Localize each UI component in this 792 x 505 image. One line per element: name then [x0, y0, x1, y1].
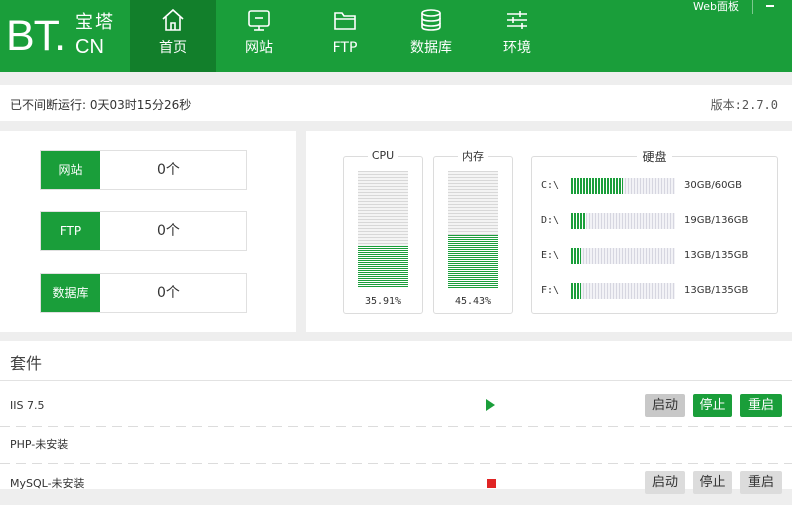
memory-bar: [448, 171, 498, 288]
top-bar: BT. 宝塔 CN 首页 网站 FTP 数据库 环境 Web面板: [0, 0, 792, 72]
divider: [0, 380, 792, 381]
suite-row-iis: IIS 7.5 启动 停止 重启: [0, 385, 792, 425]
stat-label: FTP: [41, 212, 100, 250]
nav-label-ftp: FTP: [332, 40, 358, 56]
nav-item-ftp[interactable]: FTP: [302, 0, 388, 72]
disk-title: 硬盘: [637, 150, 672, 164]
web-panel-link[interactable]: Web面板: [693, 0, 739, 14]
start-button[interactable]: 启动: [645, 394, 685, 417]
suite-row-php: PHP-未安装: [0, 427, 792, 467]
stop-button[interactable]: 停止: [693, 471, 732, 494]
disk-bar: [571, 213, 675, 229]
suite-section: 套件 IIS 7.5 启动 停止 重启 PHP-未安装 MySQL-未安装 启动…: [0, 341, 792, 494]
stat-database[interactable]: 数据库 0个: [40, 273, 247, 313]
monitor-icon: [248, 10, 270, 31]
resources-card: CPU 35.91% 内存 45.43% 硬盘 C:\ 30GB/60GB D:…: [306, 131, 792, 332]
nav-label-environment: 环境: [503, 40, 531, 56]
cpu-title: CPU: [367, 149, 399, 162]
status-bar: 已不间断运行: 0天03时15分26秒 版本:2.7.0: [0, 85, 792, 121]
suite-item-name: PHP-未安装: [10, 438, 69, 451]
restart-button[interactable]: 重启: [740, 471, 782, 494]
stopped-icon: [487, 479, 496, 488]
header-divider: [752, 0, 753, 14]
start-button[interactable]: 启动: [645, 471, 685, 494]
nav-item-home[interactable]: 首页: [130, 0, 216, 72]
logo-cn: CN: [75, 36, 104, 58]
cpu-bar-fill: [358, 246, 408, 288]
version-text: 版本:2.7.0: [710, 98, 778, 112]
disk-bar-fill: [571, 248, 582, 264]
disk-usage: 13GB/135GB: [684, 285, 749, 296]
logo-zh: 宝塔: [75, 12, 115, 33]
cpu-bar: [358, 171, 408, 288]
cpu-gauge: CPU 35.91%: [343, 149, 423, 314]
home-icon: [162, 8, 184, 31]
stat-label: 网站: [41, 151, 100, 189]
nav-item-website[interactable]: 网站: [216, 0, 302, 72]
disk-usage: 19GB/136GB: [684, 215, 749, 226]
disk-row-f: F:\ 13GB/135GB: [541, 282, 771, 300]
folder-icon: [334, 12, 356, 30]
disk-letter: D:\: [541, 215, 560, 226]
stat-ftp[interactable]: FTP 0个: [40, 211, 247, 251]
suite-item-name: IIS 7.5: [10, 399, 45, 412]
database-icon: [421, 9, 441, 31]
disk-row-d: D:\ 19GB/136GB: [541, 212, 771, 230]
suite-row-mysql: MySQL-未安装 启动 停止 重启: [0, 465, 792, 505]
nav-item-database[interactable]: 数据库: [388, 0, 474, 72]
stat-value: 0个: [157, 162, 180, 178]
main-nav: 首页 网站 FTP 数据库 环境: [130, 0, 560, 72]
memory-title: 内存: [458, 150, 488, 163]
nav-label-website: 网站: [245, 40, 273, 56]
stats-card: 网站 0个 FTP 0个 数据库 0个: [0, 131, 296, 332]
stop-button[interactable]: 停止: [693, 394, 732, 417]
memory-bar-fill: [448, 234, 498, 288]
disk-letter: F:\: [541, 285, 560, 296]
sliders-icon: [507, 11, 527, 29]
disk-bar-fill: [571, 213, 586, 229]
nav-label-database: 数据库: [410, 40, 452, 56]
uptime-text: 已不间断运行: 0天03时15分26秒: [10, 98, 192, 112]
stat-value: 0个: [157, 223, 180, 239]
nav-item-environment[interactable]: 环境: [474, 0, 560, 72]
disk-usage: 13GB/135GB: [684, 250, 749, 261]
stat-website[interactable]: 网站 0个: [40, 150, 247, 190]
stat-label: 数据库: [41, 274, 100, 312]
disk-panel: 硬盘 C:\ 30GB/60GB D:\ 19GB/136GB E:\ 13GB…: [531, 150, 778, 314]
cpu-percent: 35.91%: [364, 296, 402, 307]
disk-usage: 30GB/60GB: [684, 180, 743, 191]
disk-bar: [571, 248, 675, 264]
disk-row-c: C:\ 30GB/60GB: [541, 177, 771, 195]
disk-bar-fill: [571, 283, 582, 299]
memory-percent: 45.43%: [454, 296, 492, 307]
logo[interactable]: BT. 宝塔 CN: [6, 10, 146, 62]
disk-letter: E:\: [541, 250, 560, 261]
disk-bar-fill: [571, 178, 623, 194]
disk-bar: [571, 178, 675, 194]
suite-title: 套件: [10, 354, 43, 373]
nav-label-home: 首页: [159, 40, 187, 56]
memory-gauge: 内存 45.43%: [433, 150, 513, 314]
disk-bar: [571, 283, 675, 299]
disk-row-e: E:\ 13GB/135GB: [541, 247, 771, 265]
minimize-icon[interactable]: [766, 5, 774, 7]
stat-value: 0个: [157, 285, 180, 301]
restart-button[interactable]: 重启: [740, 394, 782, 417]
logo-bt: BT.: [6, 12, 66, 60]
divider: [0, 463, 792, 464]
disk-letter: C:\: [541, 180, 560, 191]
running-icon: [486, 399, 495, 411]
